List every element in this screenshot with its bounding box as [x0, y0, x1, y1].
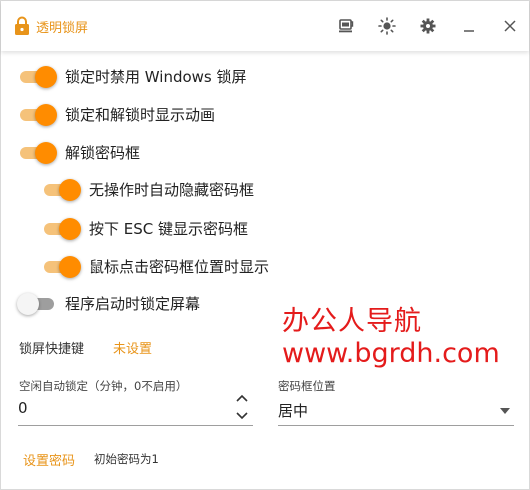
option-label: 程序启动时锁定屏幕: [65, 294, 201, 313]
close-icon[interactable]: [497, 13, 523, 39]
option-row-disable-windows-lock: 锁定时禁用 Windows 锁屏: [17, 61, 247, 91]
toggle-thumb: [35, 142, 57, 164]
toggle-thumb: [35, 66, 57, 88]
watermark-url: www.bgrdh.com: [282, 338, 500, 369]
settings-gear-icon[interactable]: [415, 13, 441, 39]
toggle-switch[interactable]: [41, 254, 81, 278]
toggle-thumb: [59, 179, 81, 201]
watermark-title: 办公人导航: [282, 306, 422, 337]
option-label: 锁定和解锁时显示动画: [65, 105, 216, 124]
toggle-thumb: [35, 104, 57, 126]
idle-lock-input[interactable]: [18, 399, 218, 417]
spin-stepper-icon[interactable]: [235, 392, 249, 422]
toggle-switch[interactable]: [17, 102, 57, 126]
toggle-thumb: [59, 256, 81, 278]
box-position-value: 居中: [278, 402, 309, 420]
option-label: 按下 ESC 键显示密码框: [89, 219, 249, 238]
option-row-unlock-password-box: 解锁密码框: [17, 137, 140, 167]
toggle-switch[interactable]: [17, 291, 57, 315]
option-row-auto-hide-password-box: 无操作时自动隐藏密码框: [41, 174, 254, 204]
option-label: 无操作时自动隐藏密码框: [89, 180, 255, 199]
option-label: 鼠标点击密码框位置时显示: [89, 257, 270, 276]
chevron-down-icon: [500, 408, 510, 414]
option-row-lock-animation: 锁定和解锁时显示动画: [17, 99, 215, 129]
app-window: 透明锁屏 锁定时禁用 Windows 锁屏 锁定和解锁时显示动画 解锁密码框 无…: [0, 0, 530, 490]
set-password-link[interactable]: 设置密码: [23, 450, 75, 469]
password-hint: 初始密码为1: [94, 452, 159, 466]
idle-lock-field: [18, 394, 253, 426]
box-position-select[interactable]: 居中: [278, 396, 514, 426]
lock-icon: [14, 16, 30, 36]
toggle-switch[interactable]: [17, 140, 57, 164]
app-title: 透明锁屏: [36, 21, 89, 36]
idle-lock-caption: 空闲自动锁定（分钟，0不启用）: [19, 379, 188, 393]
minimize-icon[interactable]: [456, 13, 482, 39]
theme-sun-icon[interactable]: [374, 13, 400, 39]
hotkey-set-link[interactable]: 未设置: [113, 338, 152, 357]
coffee-icon[interactable]: [333, 13, 359, 39]
box-position-caption: 密码框位置: [278, 379, 336, 393]
option-label: 解锁密码框: [65, 143, 141, 162]
toggle-switch[interactable]: [17, 64, 57, 88]
option-label: 锁定时禁用 Windows 锁屏: [65, 67, 247, 86]
toggle-switch[interactable]: [41, 216, 81, 240]
title-bar: 透明锁屏: [1, 1, 529, 51]
toggle-thumb: [17, 293, 39, 315]
option-row-click-show-password-box: 鼠标点击密码框位置时显示: [41, 251, 269, 281]
option-row-lock-on-startup: 程序启动时锁定屏幕: [17, 288, 200, 318]
hotkey-label: 锁屏快捷键: [19, 342, 85, 357]
toggle-thumb: [59, 218, 81, 240]
toggle-switch[interactable]: [41, 177, 81, 201]
option-row-esc-show-password-box: 按下 ESC 键显示密码框: [41, 213, 248, 243]
